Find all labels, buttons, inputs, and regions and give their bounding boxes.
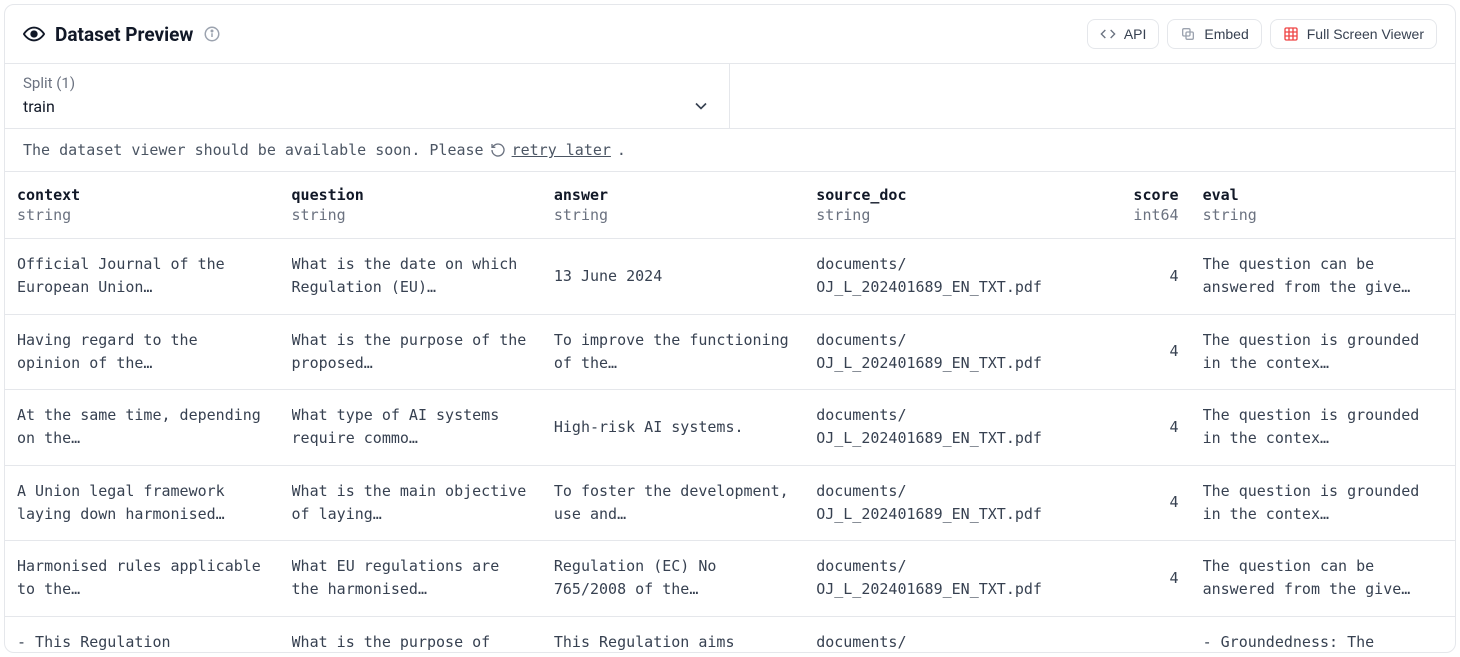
cell-answer: This Regulation aims	[542, 616, 804, 653]
panel-header: Dataset Preview API Embed	[5, 5, 1455, 64]
cell-question: What is the purpose of the proposed…	[280, 314, 542, 390]
embed-button-label: Embed	[1204, 26, 1248, 42]
cell-question: What is the date on which Regulation (EU…	[280, 239, 542, 315]
grid-icon	[1283, 26, 1299, 42]
cell-answer: To foster the development, use and…	[542, 465, 804, 541]
table-row[interactable]: A Union legal framework laying down harm…	[5, 465, 1455, 541]
cell-score: 4	[1109, 390, 1190, 466]
split-bar: Split (1) train	[5, 64, 1455, 129]
cell-eval: The question is grounded in the contex…	[1191, 390, 1455, 466]
table-row[interactable]: Official Journal of the European Union…W…	[5, 239, 1455, 315]
cell-answer: High-risk AI systems.	[542, 390, 804, 466]
cell-answer: To improve the functioning of the…	[542, 314, 804, 390]
split-select[interactable]: train	[23, 92, 711, 116]
table-row[interactable]: - This RegulationWhat is the purpose ofT…	[5, 616, 1455, 653]
col-header[interactable]: answer	[542, 172, 804, 206]
col-header[interactable]: score	[1109, 172, 1190, 206]
cell-context: Official Journal of the European Union…	[5, 239, 280, 315]
col-type: string	[804, 206, 1109, 239]
cell-question: What is the main objective of laying…	[280, 465, 542, 541]
cell-eval: The question can be answered from the gi…	[1191, 541, 1455, 617]
cell-context: - This Regulation	[5, 616, 280, 653]
cell-context: At the same time, depending on the…	[5, 390, 280, 466]
chevron-down-icon	[691, 96, 711, 116]
col-header[interactable]: context	[5, 172, 280, 206]
panel-title: Dataset Preview	[55, 23, 193, 46]
cell-context: Harmonised rules applicable to the…	[5, 541, 280, 617]
table-row[interactable]: At the same time, depending on the…What …	[5, 390, 1455, 466]
cell-question: What EU regulations are the harmonised…	[280, 541, 542, 617]
cell-score: 4	[1109, 541, 1190, 617]
refresh-icon[interactable]	[490, 142, 506, 158]
cell-source_doc: documents/ OJ_L_202401689_EN_TXT.pdf	[804, 465, 1109, 541]
cell-score: 4	[1109, 239, 1190, 315]
cell-source_doc: documents/ OJ_L_202401689_EN_TXT.pdf	[804, 541, 1109, 617]
status-message-pre: The dataset viewer should be available s…	[23, 141, 484, 159]
cell-score: 4	[1109, 314, 1190, 390]
embed-button[interactable]: Embed	[1167, 19, 1261, 49]
cell-eval: The question is grounded in the contex…	[1191, 465, 1455, 541]
col-header[interactable]: source_doc	[804, 172, 1109, 206]
col-type: string	[280, 206, 542, 239]
cell-source_doc: documents/	[804, 616, 1109, 653]
col-header[interactable]: eval	[1191, 172, 1455, 206]
fullscreen-button-label: Full Screen Viewer	[1307, 26, 1424, 42]
cell-score	[1109, 616, 1190, 653]
cell-source_doc: documents/ OJ_L_202401689_EN_TXT.pdf	[804, 314, 1109, 390]
cell-context: A Union legal framework laying down harm…	[5, 465, 280, 541]
status-message: The dataset viewer should be available s…	[5, 129, 1455, 172]
retry-link[interactable]: retry later	[512, 141, 611, 159]
split-selected-value: train	[23, 97, 55, 116]
cell-source_doc: documents/ OJ_L_202401689_EN_TXT.pdf	[804, 390, 1109, 466]
table-row[interactable]: Harmonised rules applicable to the…What …	[5, 541, 1455, 617]
cell-context: Having regard to the opinion of the…	[5, 314, 280, 390]
cell-eval: - Groundedness: The	[1191, 616, 1455, 653]
eye-icon	[23, 23, 45, 45]
cell-source_doc: documents/ OJ_L_202401689_EN_TXT.pdf	[804, 239, 1109, 315]
col-type: string	[542, 206, 804, 239]
cell-answer: 13 June 2024	[542, 239, 804, 315]
cell-question: What is the purpose of	[280, 616, 542, 653]
code-icon	[1100, 26, 1116, 42]
col-type: int64	[1109, 206, 1190, 239]
cell-score: 4	[1109, 465, 1190, 541]
copy-icon	[1180, 26, 1196, 42]
info-icon[interactable]	[203, 25, 221, 43]
status-message-post: .	[617, 141, 626, 159]
split-label: Split (1)	[23, 74, 711, 92]
table-row[interactable]: Having regard to the opinion of the…What…	[5, 314, 1455, 390]
col-header[interactable]: question	[280, 172, 542, 206]
cell-answer: Regulation (EC) No 765/2008 of the…	[542, 541, 804, 617]
cell-eval: The question is grounded in the contex…	[1191, 314, 1455, 390]
col-type: string	[1191, 206, 1455, 239]
dataset-preview-panel: Dataset Preview API Embed	[4, 4, 1456, 653]
cell-eval: The question can be answered from the gi…	[1191, 239, 1455, 315]
api-button-label: API	[1124, 26, 1147, 42]
col-type: string	[5, 206, 280, 239]
fullscreen-button[interactable]: Full Screen Viewer	[1270, 19, 1437, 49]
cell-question: What type of AI systems require commo…	[280, 390, 542, 466]
api-button[interactable]: API	[1087, 19, 1160, 49]
data-table: context question answer source_doc score…	[5, 172, 1455, 653]
